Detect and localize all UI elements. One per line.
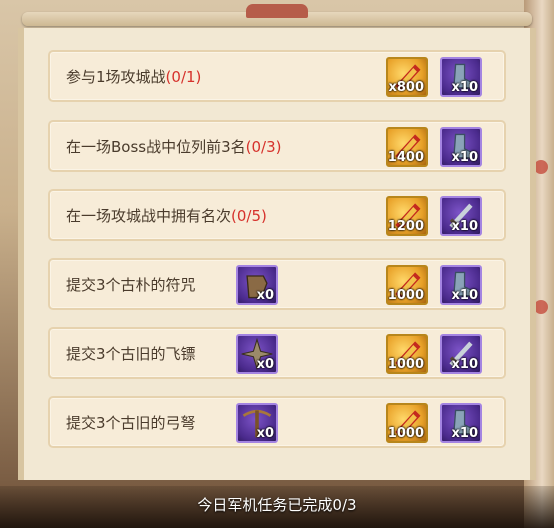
- task-label: 提交3个古朴的符咒: [66, 276, 196, 294]
- task-panel: 参与1场攻城战(0/1) x800 x10 在一场Boss战中位列前3名(0/3…: [18, 28, 536, 480]
- reward-merit[interactable]: x800: [386, 57, 428, 97]
- daily-task-status: 今日军机任务已完成0/3: [197, 496, 357, 514]
- reward-qty: x1400: [387, 150, 424, 165]
- submit-qty: x0: [256, 288, 274, 303]
- task-text: 提交3个古朴的符咒: [66, 274, 196, 295]
- task-text: 提交3个古旧的弓弩: [66, 412, 196, 433]
- reward-item[interactable]: x10: [440, 334, 482, 374]
- task-progress: (0/3): [245, 138, 282, 156]
- submit-item[interactable]: x0: [236, 403, 278, 443]
- task-label: 提交3个古旧的弓弩: [66, 414, 196, 432]
- task-row: 在一场攻城战中拥有名次(0/5) x1200 x10: [48, 189, 506, 241]
- reward-merit[interactable]: x1000: [386, 403, 428, 443]
- task-label: 在一场Boss战中位列前3名: [66, 138, 246, 156]
- reward-merit[interactable]: x1400: [386, 127, 428, 167]
- task-row: 在一场Boss战中位列前3名(0/3) x1400 x10: [48, 120, 506, 172]
- reward-qty: x10: [451, 426, 478, 441]
- reward-qty: x10: [451, 357, 478, 372]
- submit-qty: x0: [256, 357, 274, 372]
- reward-qty: x800: [388, 80, 424, 95]
- task-label: 在一场攻城战中拥有名次: [66, 207, 232, 225]
- scroll-ornament: [246, 4, 308, 18]
- reward-item[interactable]: x10: [440, 57, 482, 97]
- task-progress: (0/1): [165, 68, 202, 86]
- reward-qty: x1000: [387, 288, 424, 303]
- reward-qty: x10: [451, 288, 478, 303]
- task-text: 在一场攻城战中拥有名次(0/5): [66, 205, 267, 226]
- reward-item[interactable]: x10: [440, 403, 482, 443]
- reward-qty: x1000: [387, 357, 424, 372]
- submit-qty: x0: [256, 426, 274, 441]
- reward-item[interactable]: x10: [440, 127, 482, 167]
- task-row: 提交3个古旧的飞镖 x0 x1000 x10: [48, 327, 506, 379]
- reward-qty: x1200: [387, 219, 424, 234]
- reward-qty: x1000: [387, 426, 424, 441]
- reward-item[interactable]: x10: [440, 265, 482, 305]
- task-label: 参与1场攻城战: [66, 68, 166, 86]
- submit-item[interactable]: x0: [236, 334, 278, 374]
- reward-merit[interactable]: x1000: [386, 334, 428, 374]
- task-row: 提交3个古旧的弓弩 x0 x1000 x10: [48, 396, 506, 448]
- reward-qty: x10: [451, 150, 478, 165]
- reward-item[interactable]: x10: [440, 196, 482, 236]
- submit-item[interactable]: x0: [236, 265, 278, 305]
- reward-merit[interactable]: x1000: [386, 265, 428, 305]
- task-text: 在一场Boss战中位列前3名(0/3): [66, 136, 282, 157]
- reward-merit[interactable]: x1200: [386, 196, 428, 236]
- reward-qty: x10: [451, 80, 478, 95]
- task-progress: (0/5): [231, 207, 267, 225]
- task-label: 提交3个古旧的飞镖: [66, 345, 196, 363]
- task-text: 提交3个古旧的飞镖: [66, 343, 196, 364]
- task-row: 参与1场攻城战(0/1) x800 x10: [48, 50, 506, 102]
- reward-qty: x10: [451, 219, 478, 234]
- task-text: 参与1场攻城战(0/1): [66, 66, 201, 87]
- task-row: 提交3个古朴的符咒 x0 x1000 x10: [48, 258, 506, 310]
